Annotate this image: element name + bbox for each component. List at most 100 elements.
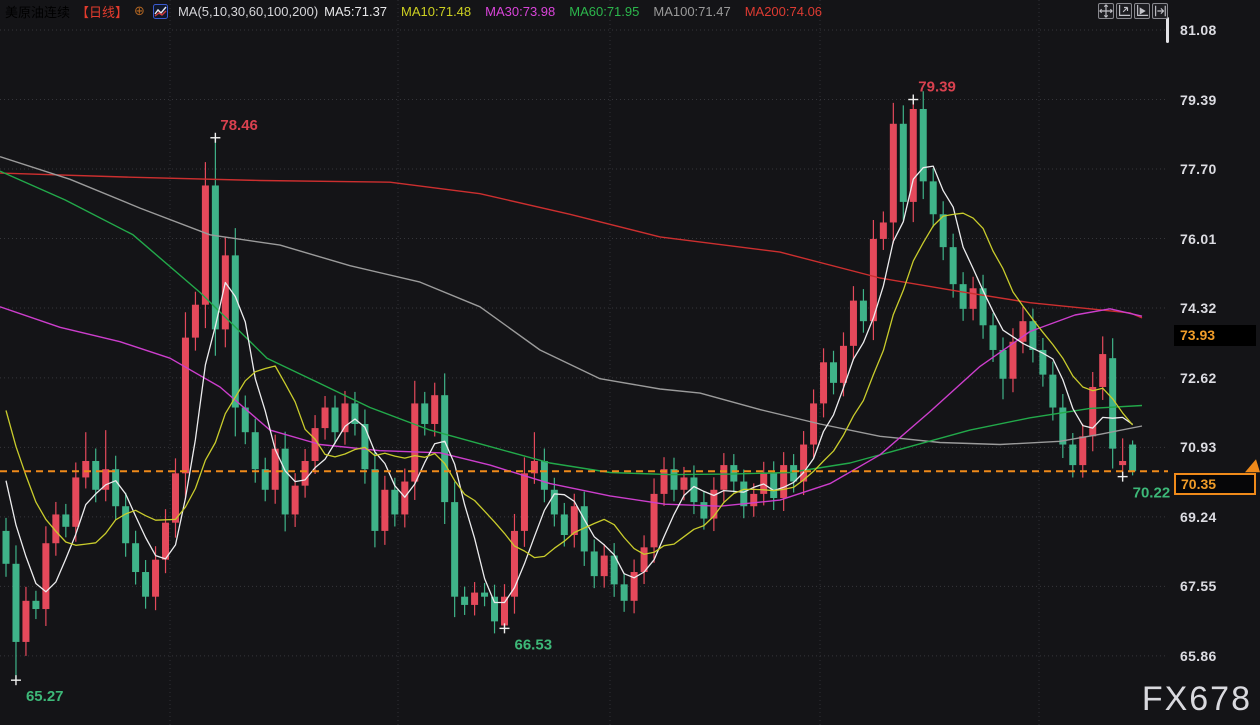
swing-price-label: 65.27 [26, 688, 64, 705]
y-axis-tick: 67.55 [1180, 577, 1217, 595]
ma-legend-item: MA60:71.95 [569, 4, 639, 19]
candle [700, 502, 707, 518]
y-axis-tick: 74.32 [1180, 299, 1217, 317]
instrument-title: 美原油连续 [5, 2, 70, 21]
add-indicator-icon[interactable]: ⊕ [134, 3, 145, 19]
ma-params-label: MA(5,10,30,60,100,200) [178, 4, 318, 19]
candle [112, 469, 119, 506]
ma-legend-item: MA5:71.37 [324, 4, 387, 19]
candle [850, 301, 857, 346]
candle [481, 593, 488, 597]
move-tool-button[interactable] [1098, 3, 1114, 19]
candle [601, 556, 608, 577]
candle [252, 432, 259, 469]
chart-type-icon[interactable] [153, 4, 168, 19]
candle [332, 408, 339, 433]
y-axis-tick: 72.62 [1180, 369, 1217, 387]
highlight-price-label: 73.93 [1174, 325, 1256, 346]
candle [172, 473, 179, 522]
candle [970, 288, 977, 309]
candle [232, 255, 239, 407]
candle [312, 428, 319, 461]
candle [680, 477, 687, 489]
y-axis-tick: 81.08 [1180, 21, 1217, 39]
candle [1069, 445, 1076, 466]
candle [82, 461, 89, 477]
candle [1029, 321, 1036, 350]
candle [12, 564, 19, 642]
candle [182, 338, 189, 474]
candle [202, 185, 209, 304]
axis-expand-button[interactable] [1116, 3, 1132, 19]
candle [1009, 342, 1016, 379]
candle [980, 288, 987, 325]
axis-shrink-button[interactable] [1134, 3, 1150, 19]
ma30-line [0, 307, 1142, 506]
candle [561, 514, 568, 535]
candle [162, 523, 169, 560]
candle [471, 593, 478, 605]
ma-legend: MA5:71.37MA10:71.48MA30:73.98MA60:71.95M… [324, 4, 822, 19]
candle [322, 408, 329, 429]
candle [830, 362, 837, 383]
candle [661, 469, 668, 494]
candle [750, 494, 757, 506]
candle [3, 531, 10, 564]
candle [670, 469, 677, 490]
candle [930, 181, 937, 214]
candle [361, 424, 368, 469]
candle [192, 305, 199, 338]
chart-header: 美原油连续【日线】 ⊕ MA(5,10,30,60,100,200) MA5:7… [0, 0, 1260, 22]
candle [371, 469, 378, 531]
swing-price-label: 70.22 [1133, 485, 1171, 502]
candle [401, 482, 408, 515]
candle [62, 514, 69, 526]
candle [441, 395, 448, 502]
candle [900, 124, 907, 202]
candle [820, 362, 827, 403]
candle [950, 247, 957, 284]
go-latest-button[interactable] [1152, 3, 1168, 19]
candle [860, 301, 867, 322]
swing-price-label: 66.53 [515, 636, 553, 653]
candle [491, 597, 498, 622]
candle [1079, 436, 1086, 465]
ma-legend-item: MA200:74.06 [745, 4, 822, 19]
candle [521, 473, 528, 531]
candle [292, 486, 299, 515]
y-axis-tick: 77.70 [1180, 160, 1217, 178]
candle [591, 551, 598, 576]
candle [810, 403, 817, 444]
candle [1089, 387, 1096, 436]
candle [451, 502, 458, 597]
candle [32, 601, 39, 609]
candle [690, 477, 697, 502]
candle [1119, 461, 1126, 465]
candle [132, 543, 139, 572]
ma-legend-item: MA100:71.47 [653, 4, 730, 19]
candle [1099, 354, 1106, 387]
candle [411, 403, 418, 481]
candle [42, 543, 49, 609]
candle [740, 482, 747, 507]
chart-window: 65.2778.4666.5379.3970.22 美原油连续【日线】 ⊕ MA… [0, 0, 1260, 725]
candle [461, 597, 468, 605]
candle [990, 325, 997, 350]
candle [1049, 375, 1056, 408]
candle [840, 346, 847, 383]
candle [142, 572, 149, 597]
chart-canvas[interactable]: 65.2778.4666.5379.3970.22 [0, 0, 1260, 725]
y-axis-tick: 76.01 [1180, 230, 1217, 248]
chart-toolbar [1098, 3, 1168, 19]
candle [341, 403, 348, 432]
candle [282, 449, 289, 515]
candle [1129, 445, 1136, 472]
candle [302, 461, 309, 486]
ma-legend-item: MA10:71.48 [401, 4, 471, 19]
y-axis-tick: 70.93 [1180, 438, 1217, 456]
candle [800, 445, 807, 482]
candle [890, 124, 897, 223]
candle [262, 469, 269, 490]
candle [960, 284, 967, 309]
price-axis: 81.0879.3977.7076.0174.3272.6270.9369.24… [1172, 0, 1260, 725]
